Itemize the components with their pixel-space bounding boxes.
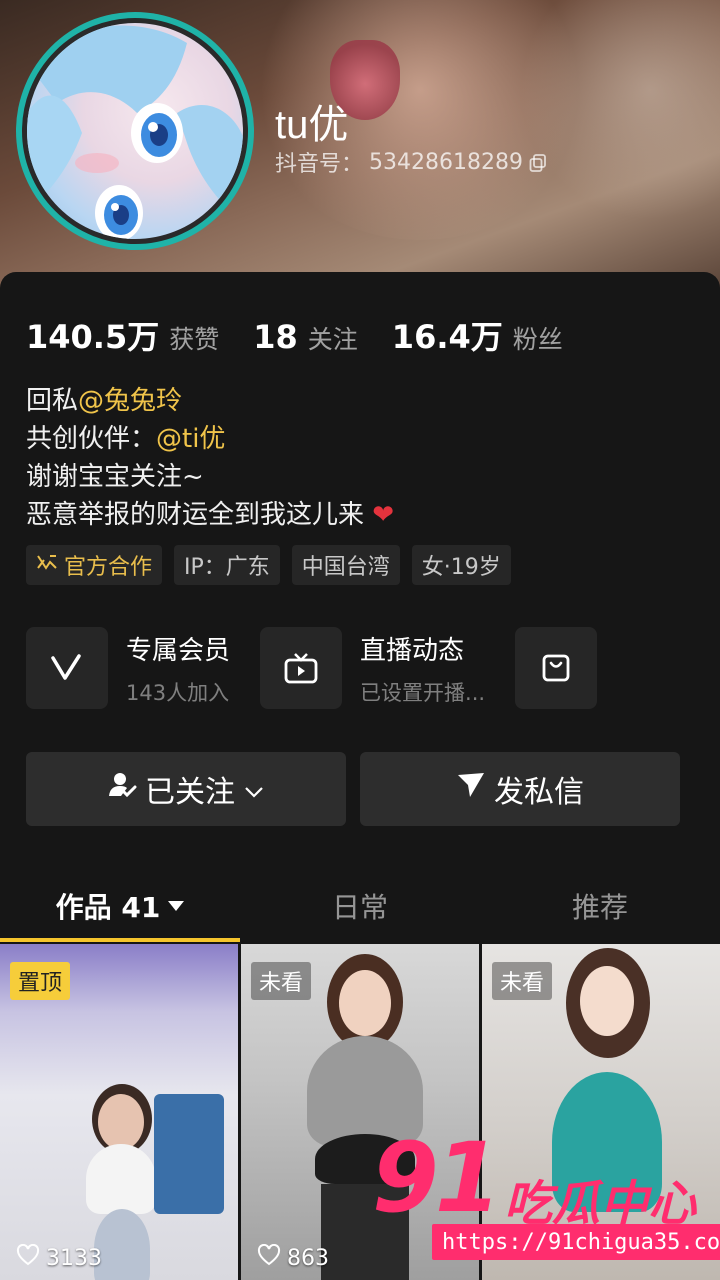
avatar-image: [22, 18, 248, 244]
content-tabs: 作品 41 日常 推荐: [0, 870, 720, 942]
avatar[interactable]: [16, 12, 254, 250]
tab-works[interactable]: 作品 41: [0, 870, 240, 942]
stat-followers[interactable]: 16.4万 粉丝: [392, 312, 563, 358]
stats-row: 140.5万 获赞 18 关注 16.4万 粉丝: [26, 312, 597, 358]
user-check-icon: [107, 770, 137, 808]
copy-icon[interactable]: [529, 153, 547, 172]
stat-label: 粉丝: [512, 325, 563, 354]
douyin-id-value: 53428618289: [369, 149, 523, 175]
stat-label: 关注: [307, 325, 358, 354]
stat-value: 18: [253, 318, 298, 356]
send-icon: [456, 771, 486, 807]
bio-line: 共创伙伴：@ti优: [26, 424, 226, 454]
tag-official-cooperation[interactable]: 官方合作: [26, 545, 163, 585]
tag-row: 官方合作 IP：广东 中国台湾 女·19岁: [26, 545, 511, 585]
mention-link[interactable]: @ti优: [156, 424, 225, 454]
feature-member[interactable]: 专属会员 143人加入: [26, 627, 230, 709]
watermark-number: 91: [372, 1122, 502, 1234]
tag-gender-age: 女·19岁: [411, 545, 511, 585]
unseen-badge: 未看: [251, 962, 312, 1000]
bio: 回私@兔兔玲 共创伙伴：@ti优 谢谢宝宝关注~ 恶意举报的财运全到我这儿来 ❤: [26, 382, 394, 534]
mention-link[interactable]: @兔兔玲: [78, 386, 182, 416]
bio-line: 恶意举报的财运全到我这儿来 ❤: [26, 500, 395, 530]
shop-bag-icon: [515, 627, 598, 709]
action-buttons: 已关注 发私信: [26, 752, 680, 826]
v-member-icon: [26, 627, 108, 709]
unseen-badge: 未看: [492, 962, 553, 1000]
like-count: 863: [257, 1243, 329, 1272]
tab-daily[interactable]: 日常: [240, 870, 480, 942]
watermark-url: https://91chigua35.com: [432, 1224, 720, 1260]
caret-down-icon: [168, 901, 185, 911]
stat-value: 16.4万: [391, 318, 503, 356]
bio-line: 回私@兔兔玲: [26, 386, 183, 416]
followed-button[interactable]: 已关注: [26, 752, 346, 826]
like-count: 3133: [16, 1243, 102, 1272]
stat-value: 140.5万: [26, 318, 160, 356]
stat-following[interactable]: 18 关注: [253, 318, 358, 356]
feature-live[interactable]: 直播动态 已设置开播...: [260, 627, 485, 709]
tag-region: 中国台湾: [291, 545, 400, 585]
heart-outline-icon: [16, 1243, 40, 1272]
tag-ip: IP：广东: [174, 545, 280, 585]
stat-likes[interactable]: 140.5万 获赞: [26, 312, 219, 358]
feature-shop[interactable]: [515, 627, 598, 709]
tab-recommend[interactable]: 推荐: [480, 870, 720, 942]
bio-line: 谢谢宝宝关注~: [26, 462, 204, 492]
stat-label: 获赞: [169, 325, 220, 354]
pinned-badge: 置顶: [10, 962, 71, 1000]
nickname: tu优: [275, 103, 349, 147]
douyin-id[interactable]: 抖音号： 53428618289: [275, 146, 547, 178]
heart-outline-icon: [257, 1243, 281, 1272]
chevron-down-icon: [243, 772, 265, 807]
handshake-icon: [36, 553, 58, 578]
heart-icon: ❤: [372, 500, 395, 530]
live-tv-icon: [260, 627, 343, 709]
feature-row: 专属会员 143人加入 直播动态 已设置开播...: [26, 627, 627, 709]
douyin-id-label: 抖音号：: [275, 152, 364, 177]
video-thumbnail[interactable]: 置顶 3133: [0, 944, 238, 1280]
site-watermark: 91 吃瓜中心 https://91chigua35.com: [372, 1122, 720, 1278]
send-message-button[interactable]: 发私信: [360, 752, 680, 826]
